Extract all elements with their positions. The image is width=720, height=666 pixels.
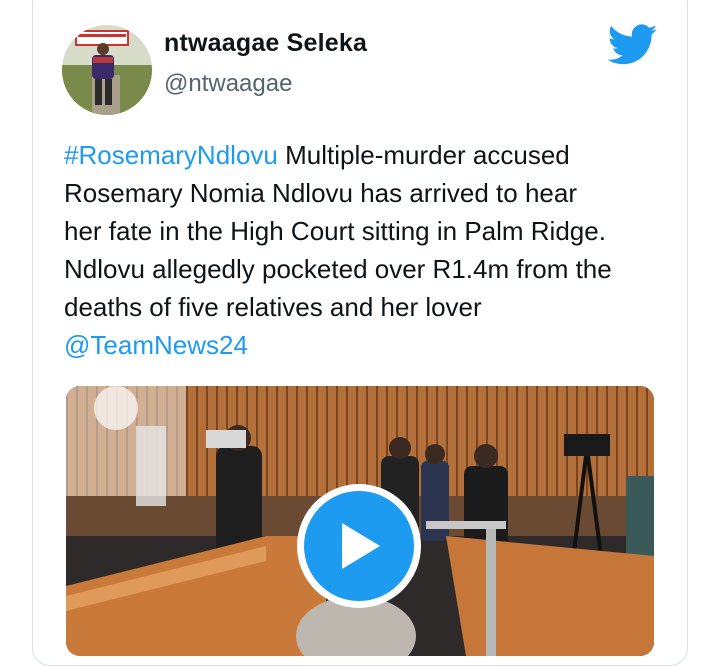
tweet-text-line-5: deaths of five relatives and her lover <box>64 292 482 322</box>
mention-link[interactable]: @TeamNews24 <box>64 330 248 360</box>
hashtag-link[interactable]: #RosemaryNdlovu <box>64 140 278 170</box>
tweet-text: #RosemaryNdlovu Multiple-murder accused … <box>64 136 674 364</box>
play-button-circle[interactable] <box>304 491 414 601</box>
tweet-text-line-6: @TeamNews24 <box>64 326 674 364</box>
tweet-text-line-3: her fate in the High Court sitting in Pa… <box>64 216 606 246</box>
author-display-name[interactable]: ntwaagae Seleka <box>164 29 367 58</box>
author-avatar[interactable] <box>62 25 152 115</box>
tweet-text-line-1: #RosemaryNdlovu Multiple-murder accused <box>64 136 674 174</box>
play-icon <box>342 523 380 569</box>
twitter-bird-icon[interactable] <box>607 24 658 66</box>
tweet-text-segment: Multiple-murder accused <box>277 140 570 170</box>
play-button[interactable] <box>297 484 421 608</box>
tweet-text-line-2: Rosemary Nomia Ndlovu has arrived to hea… <box>64 178 577 208</box>
author-handle[interactable]: @ntwaagae <box>164 70 292 98</box>
tweet-text-line-4: Ndlovu allegedly pocketed over R1.4m fro… <box>64 254 612 284</box>
